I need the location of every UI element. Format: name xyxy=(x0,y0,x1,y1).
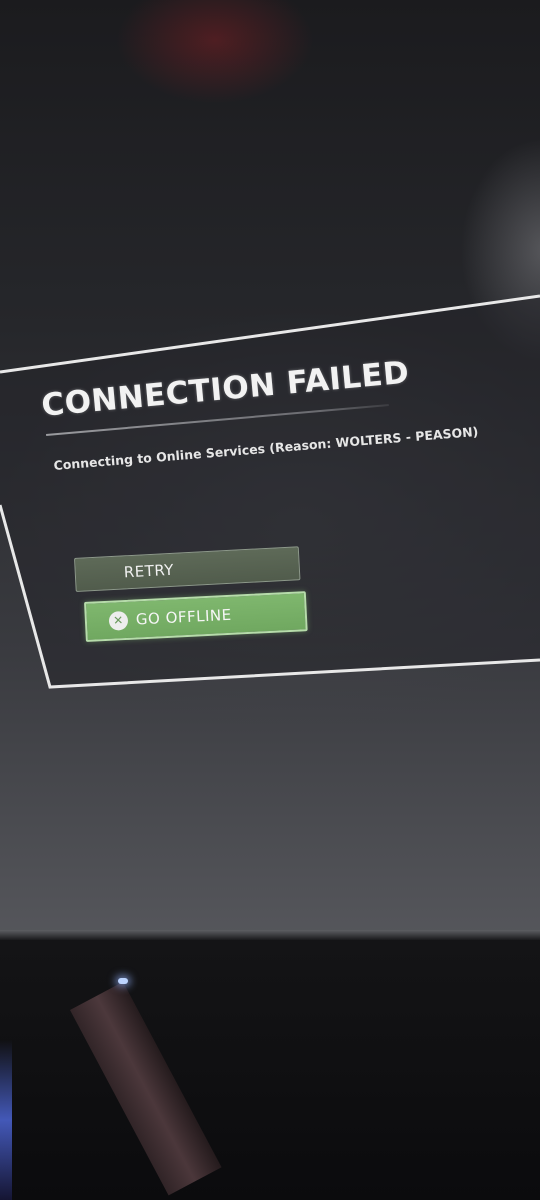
go-offline-button-label: GO OFFLINE xyxy=(135,605,232,629)
retry-button-label: RETRY xyxy=(123,560,175,582)
rgb-light-strip xyxy=(0,1040,12,1200)
photo-of-tv-screen: CONNECTION FAILED Connecting to Online S… xyxy=(0,0,540,1200)
game-screen-background xyxy=(0,0,540,935)
x-button-icon: ✕ xyxy=(108,610,129,631)
desk-area xyxy=(0,940,540,1200)
monitor-bezel xyxy=(0,930,540,940)
status-led xyxy=(118,978,128,984)
